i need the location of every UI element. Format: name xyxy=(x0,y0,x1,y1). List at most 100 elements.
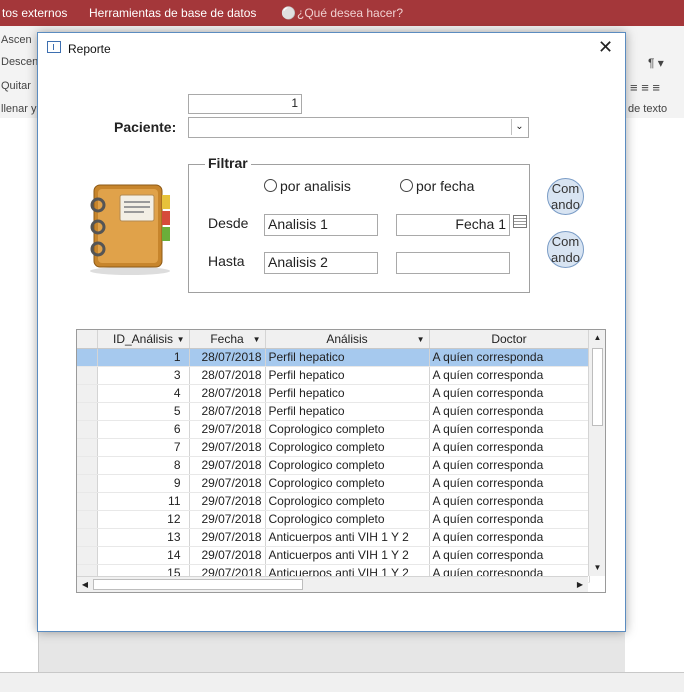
cell-analisis[interactable]: Perfil hepatico xyxy=(265,384,430,403)
vertical-scrollbar[interactable]: ▲ ▼ xyxy=(588,330,605,576)
cell-fecha[interactable]: 29/07/2018 xyxy=(189,492,266,511)
cell-doctor[interactable]: A quíen corresponda xyxy=(429,546,590,565)
sort-dropdown-icon[interactable]: ▼ xyxy=(417,335,425,344)
radio-por-fecha[interactable]: por fecha xyxy=(400,178,474,194)
id-paciente-field[interactable]: 1 xyxy=(188,94,302,114)
cell-analisis[interactable]: Perfil hepatico xyxy=(265,366,430,385)
tell-me-box[interactable]: ¿Qué desea hacer? xyxy=(297,6,403,20)
cell-fecha[interactable]: 29/07/2018 xyxy=(189,456,266,475)
command-button-2[interactable]: Com ando xyxy=(547,231,584,268)
sort-ascending-button[interactable]: Ascen xyxy=(1,34,32,46)
column-header-id[interactable]: ID_Análisis ▼ xyxy=(97,330,190,349)
cell-fecha[interactable]: 29/07/2018 xyxy=(189,438,266,457)
cell-analisis[interactable]: Coprologico completo xyxy=(265,456,430,475)
cell-fecha[interactable]: 29/07/2018 xyxy=(189,528,266,547)
cell-fecha[interactable]: 29/07/2018 xyxy=(189,420,266,439)
cell-doctor[interactable]: A quíen corresponda xyxy=(429,456,590,475)
radio-circle-icon[interactable] xyxy=(264,179,277,192)
cell-id[interactable]: 4 xyxy=(97,384,190,403)
cell-fecha[interactable]: 29/07/2018 xyxy=(189,474,266,493)
row-selector[interactable] xyxy=(77,546,98,565)
scroll-right-icon[interactable]: ▶ xyxy=(572,577,588,592)
cell-analisis[interactable]: Coprologico completo xyxy=(265,474,430,493)
table-row[interactable]: 14 29/07/2018 Anticuerpos anti VIH 1 Y 2A … xyxy=(77,546,590,565)
cell-analisis[interactable]: Perfil hepatico xyxy=(265,402,430,421)
cell-doctor[interactable]: A quíen corresponda xyxy=(429,348,590,367)
horizontal-scrollbar[interactable]: ◀ ▶ xyxy=(77,576,588,592)
table-row[interactable]: 12 29/07/2018 Coprologico completo A quíen … xyxy=(77,510,590,529)
radio-por-analisis[interactable]: por analisis xyxy=(264,178,351,194)
scroll-up-icon[interactable]: ▲ xyxy=(589,330,605,346)
hasta-fecha-field[interactable] xyxy=(396,252,510,274)
cell-analisis[interactable]: Coprologico completo xyxy=(265,420,430,439)
cell-id[interactable]: 5 xyxy=(97,402,190,421)
row-selector[interactable] xyxy=(77,528,98,547)
cell-doctor[interactable]: A quíen corresponda xyxy=(429,492,590,511)
row-selector[interactable] xyxy=(77,420,98,439)
cell-fecha[interactable]: 28/07/2018 xyxy=(189,348,266,367)
cell-id[interactable]: 6 xyxy=(97,420,190,439)
column-header-doctor[interactable]: Doctor xyxy=(429,330,590,349)
chevron-down-icon[interactable]: ⌄ xyxy=(511,119,527,135)
row-selector[interactable] xyxy=(77,348,98,367)
row-selector[interactable] xyxy=(77,366,98,385)
cell-analisis[interactable]: Coprologico completo xyxy=(265,438,430,457)
cell-doctor[interactable]: A quíen corresponda xyxy=(429,528,590,547)
table-row[interactable]: 6 29/07/2018 Coprologico completo A quíen c… xyxy=(77,420,590,439)
cell-analisis[interactable]: Anticuerpos anti VIH 1 Y 2 xyxy=(265,546,430,565)
cell-analisis[interactable]: Perfil hepatico xyxy=(265,348,430,367)
row-selector[interactable] xyxy=(77,456,98,475)
table-row[interactable]: 13 29/07/2018 Anticuerpos anti VIH 1 Y 2A … xyxy=(77,528,590,547)
cell-doctor[interactable]: A quíen corresponda xyxy=(429,510,590,529)
remove-sort-button[interactable]: Quitar xyxy=(1,80,31,92)
cell-doctor[interactable]: A quíen corresponda xyxy=(429,474,590,493)
tab-external-data[interactable]: tos externos xyxy=(2,6,67,20)
hasta-analisis-field[interactable]: Analisis 2 xyxy=(264,252,378,274)
cell-fecha[interactable]: 28/07/2018 xyxy=(189,402,266,421)
table-row[interactable]: 7 29/07/2018 Coprologico completo A quíen c… xyxy=(77,438,590,457)
sort-dropdown-icon[interactable]: ▼ xyxy=(253,335,261,344)
table-row[interactable]: 9 29/07/2018 Coprologico completo A quíen c… xyxy=(77,474,590,493)
row-selector[interactable] xyxy=(77,474,98,493)
scroll-down-icon[interactable]: ▼ xyxy=(589,560,605,576)
cell-analisis[interactable]: Coprologico completo xyxy=(265,492,430,511)
cell-id[interactable]: 3 xyxy=(97,366,190,385)
cell-doctor[interactable]: A quíen corresponda xyxy=(429,366,590,385)
table-row[interactable]: 3 28/07/2018 Perfil hepatico A quíen corres… xyxy=(77,366,590,385)
sort-descending-button[interactable]: Descen xyxy=(1,56,38,68)
cell-id[interactable]: 8 xyxy=(97,456,190,475)
cell-id[interactable]: 11 xyxy=(97,492,190,511)
table-row[interactable]: 8 29/07/2018 Coprologico completo A quíen c… xyxy=(77,456,590,475)
cell-doctor[interactable]: A quíen corresponda xyxy=(429,402,590,421)
row-selector[interactable] xyxy=(77,510,98,529)
cell-id[interactable]: 14 xyxy=(97,546,190,565)
cell-fecha[interactable]: 29/07/2018 xyxy=(189,546,266,565)
align-icons[interactable]: ≡ ≡ ≡ xyxy=(630,80,660,95)
horizontal-scroll-thumb[interactable] xyxy=(93,579,303,590)
cell-doctor[interactable]: A quíen corresponda xyxy=(429,438,590,457)
desde-analisis-field[interactable]: Analisis 1 xyxy=(264,214,378,236)
radio-circle-icon[interactable] xyxy=(400,179,413,192)
table-row[interactable]: 11 29/07/2018 Coprologico completo A quíen … xyxy=(77,492,590,511)
cell-id[interactable]: 7 xyxy=(97,438,190,457)
cell-analisis[interactable]: Coprologico completo xyxy=(265,510,430,529)
command-button-1[interactable]: Com ando xyxy=(547,178,584,215)
select-all-corner[interactable] xyxy=(77,330,98,349)
calendar-icon[interactable] xyxy=(513,215,527,228)
cell-id[interactable]: 12 xyxy=(97,510,190,529)
table-row[interactable]: 4 28/07/2018 Perfil hepatico A quíen corres… xyxy=(77,384,590,403)
cell-id[interactable]: 13 xyxy=(97,528,190,547)
close-button[interactable]: ✕ xyxy=(598,37,613,58)
paciente-combobox[interactable]: ⌄ xyxy=(188,117,529,138)
cell-analisis[interactable]: Anticuerpos anti VIH 1 Y 2 xyxy=(265,528,430,547)
sort-dropdown-icon[interactable]: ▼ xyxy=(177,335,185,344)
paragraph-icon[interactable]: ¶ ▾ xyxy=(648,56,664,70)
cell-fecha[interactable]: 28/07/2018 xyxy=(189,366,266,385)
row-selector[interactable] xyxy=(77,402,98,421)
cell-fecha[interactable]: 29/07/2018 xyxy=(189,510,266,529)
cell-id[interactable]: 9 xyxy=(97,474,190,493)
table-row[interactable]: 5 28/07/2018 Perfil hepatico A quíen corres… xyxy=(77,402,590,421)
row-selector[interactable] xyxy=(77,492,98,511)
tab-database-tools[interactable]: Herramientas de base de datos xyxy=(89,6,256,20)
vertical-scroll-thumb[interactable] xyxy=(592,348,603,426)
